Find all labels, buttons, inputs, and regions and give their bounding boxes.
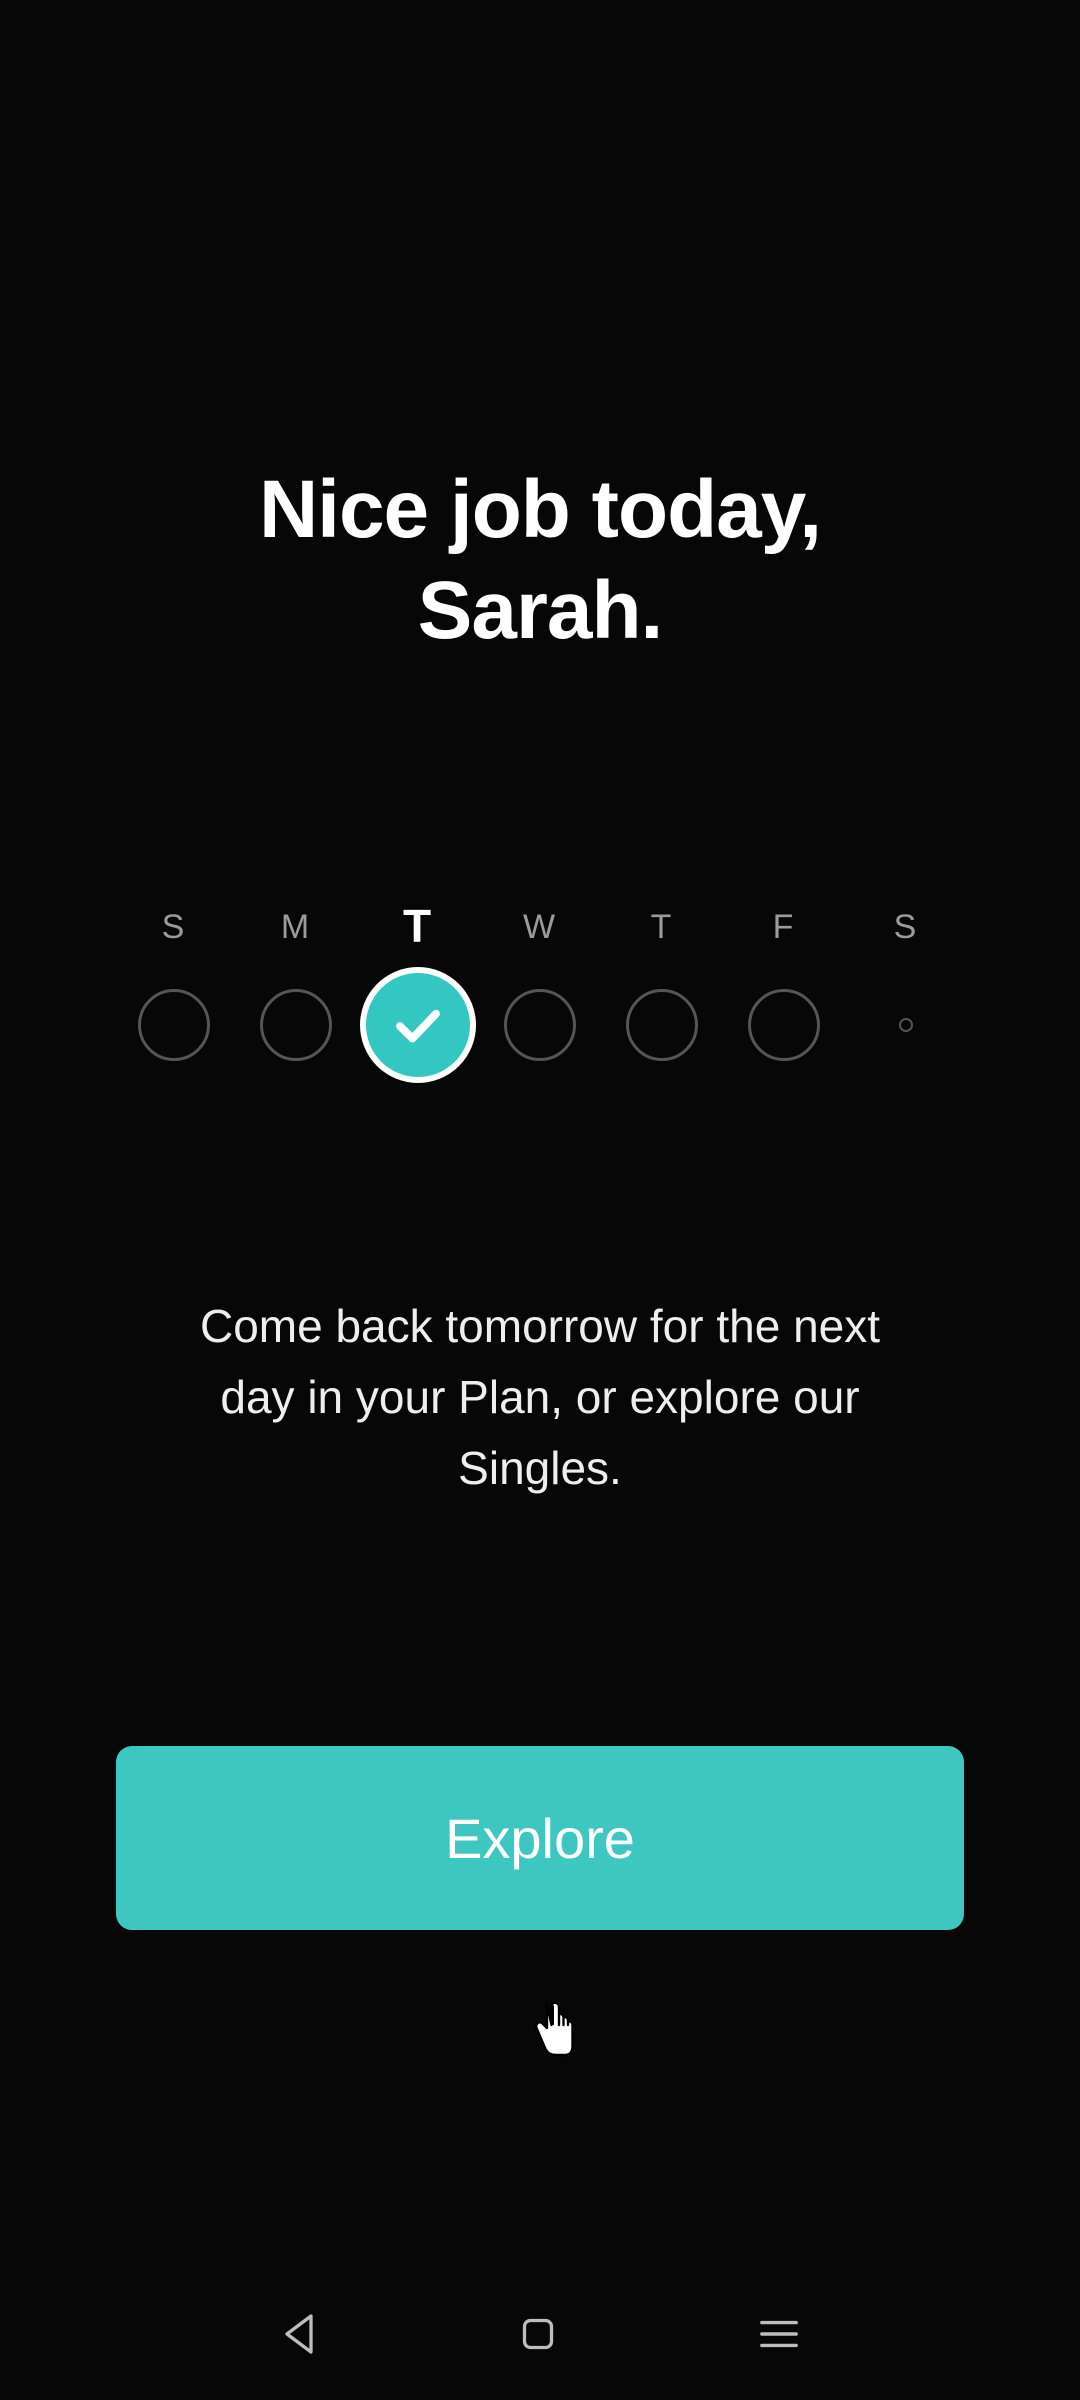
title-line-2: Sarah. <box>418 565 663 656</box>
day-saturday: S <box>870 907 942 1061</box>
week-progress-row: S M T W T F S <box>0 907 1080 1061</box>
day-label: T <box>403 913 433 953</box>
day-indicator-empty <box>748 989 820 1061</box>
nav-recent-button[interactable] <box>759 2318 799 2350</box>
day-indicator-empty <box>626 989 698 1061</box>
checkmark-icon <box>391 998 445 1052</box>
explore-button[interactable]: Explore <box>116 1746 964 1930</box>
day-indicator-empty <box>504 989 576 1061</box>
day-label: M <box>281 907 311 947</box>
square-home-icon <box>520 2316 556 2352</box>
day-monday: M <box>260 907 332 1061</box>
completion-screen: Nice job today, Sarah. S M T W T <box>0 0 1080 2400</box>
triangle-back-icon <box>281 2313 317 2355</box>
day-indicator-complete <box>360 967 476 1083</box>
day-wednesday: W <box>504 907 576 1061</box>
day-indicator-empty <box>899 1018 913 1032</box>
day-label: S <box>162 907 187 947</box>
day-indicator-empty <box>260 989 332 1061</box>
nav-back-button[interactable] <box>281 2313 317 2355</box>
instruction-text: Come back tomorrow for the next day in y… <box>160 1291 920 1505</box>
day-tuesday-active: T <box>382 913 454 1061</box>
day-label: W <box>523 907 557 947</box>
cursor-pointer-icon <box>528 1998 578 2058</box>
title-line-1: Nice job today, <box>259 464 821 555</box>
day-sunday: S <box>138 907 210 1061</box>
congrats-title: Nice job today, Sarah. <box>259 460 821 662</box>
day-indicator-empty <box>138 989 210 1061</box>
hamburger-menu-icon <box>759 2318 799 2350</box>
day-thursday: T <box>626 907 698 1061</box>
day-label: S <box>894 907 919 947</box>
day-label: T <box>651 907 674 947</box>
day-friday: F <box>748 907 820 1061</box>
system-nav-bar <box>0 2284 1080 2384</box>
nav-home-button[interactable] <box>520 2316 556 2352</box>
day-label: F <box>773 907 796 947</box>
explore-button-label: Explore <box>445 1806 635 1871</box>
